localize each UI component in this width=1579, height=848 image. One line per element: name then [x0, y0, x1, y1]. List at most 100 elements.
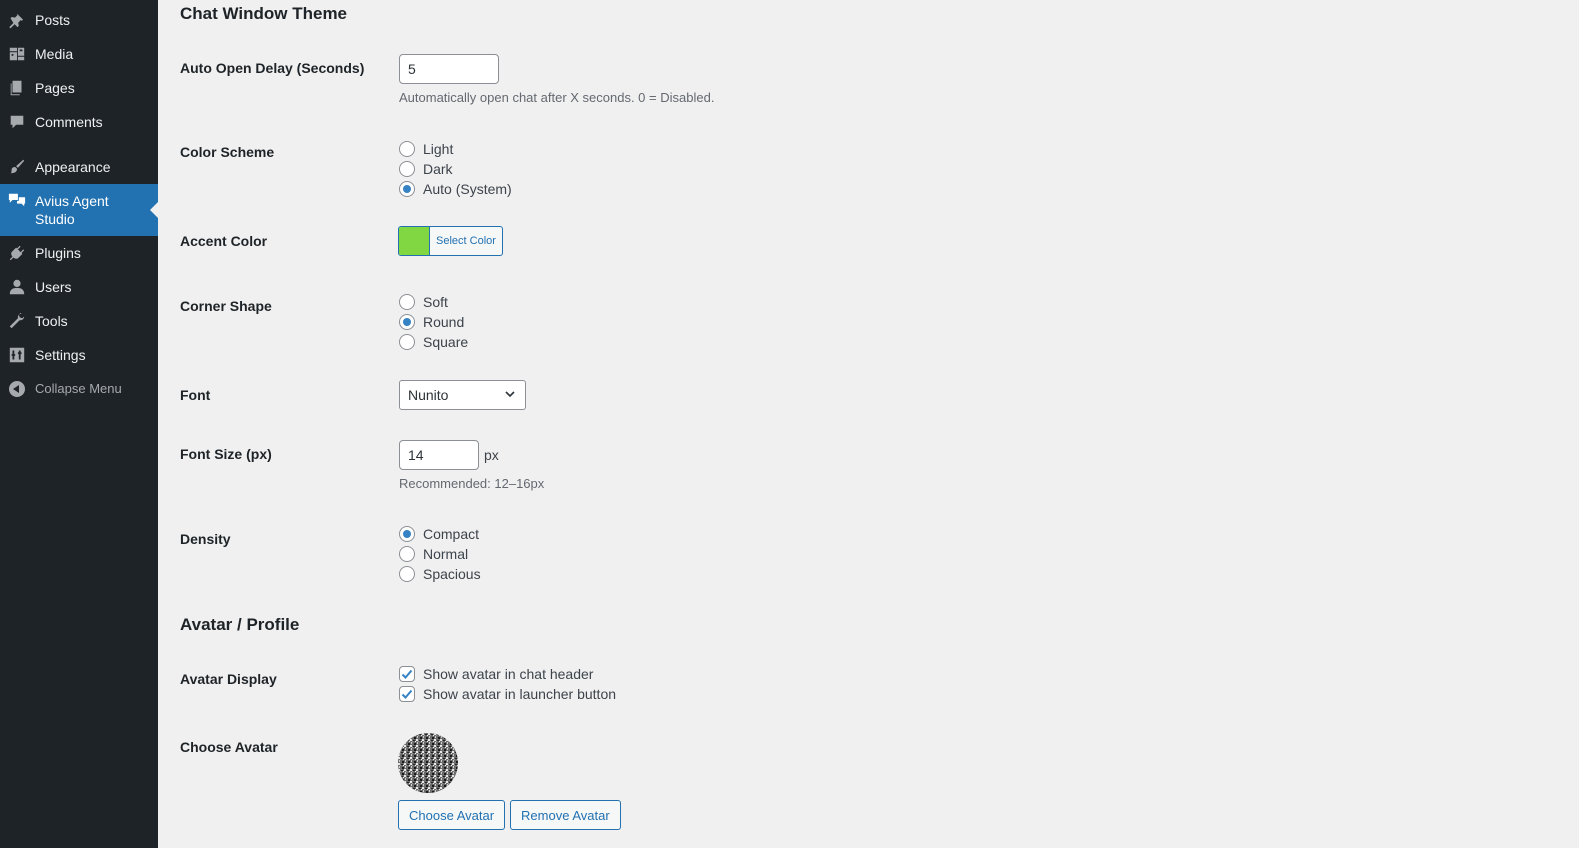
font-label: Font [180, 387, 211, 403]
density-option-compact[interactable]: Compact [399, 524, 481, 544]
sidebar-item-label: Settings [35, 347, 86, 363]
collapse-menu-label: Collapse Menu [35, 381, 122, 396]
chat-bubbles-icon [8, 191, 26, 209]
density-options: Compact Normal Spacious [399, 524, 481, 584]
font-size-description: Recommended: 12–16px [399, 476, 545, 491]
choose-avatar-button[interactable]: Choose Avatar [398, 800, 506, 830]
sidebar-item-label: Appearance [35, 159, 111, 175]
color-scheme-option-auto[interactable]: Auto (System) [399, 179, 512, 199]
sliders-icon [8, 346, 26, 364]
wrench-icon [8, 312, 26, 330]
corner-shape-option-square[interactable]: Square [399, 332, 468, 352]
radio-button[interactable] [399, 181, 415, 197]
corner-shape-label: Corner Shape [180, 298, 272, 314]
color-scheme-option-dark[interactable]: Dark [399, 159, 512, 179]
select-color-label: Select Color [436, 235, 496, 247]
sidebar-item-plugins[interactable]: Plugins [0, 243, 158, 263]
radio-button[interactable] [399, 566, 415, 582]
checkbox-label: Show avatar in launcher button [423, 686, 617, 702]
sidebar-item-label: Comments [35, 114, 103, 130]
pushpin-icon [8, 11, 26, 29]
font-size-label: Font Size (px) [180, 446, 272, 462]
radio-label: Spacious [423, 566, 481, 582]
checkbox[interactable] [399, 666, 415, 682]
corner-shape-option-round[interactable]: Round [399, 312, 468, 332]
color-scheme-label: Color Scheme [180, 144, 275, 160]
user-icon [8, 278, 26, 296]
checkmark-icon [401, 669, 413, 679]
radio-label: Square [423, 334, 469, 350]
paintbrush-icon [8, 158, 26, 176]
radio-label: Round [423, 314, 465, 330]
collapse-arrow-icon [8, 380, 26, 398]
radio-button[interactable] [399, 294, 415, 310]
media-icon [8, 45, 26, 63]
sidebar-item-tools[interactable]: Tools [0, 311, 158, 331]
sidebar-item-comments[interactable]: Comments [0, 112, 158, 132]
sidebar-item-label: Tools [35, 313, 68, 329]
sidebar-item-label: Posts [35, 12, 71, 28]
accent-color-swatch [399, 227, 430, 255]
section-title-chat-theme: Chat Window Theme [180, 4, 348, 23]
choose-avatar-label: Choose Avatar [180, 739, 278, 755]
sidebar-item-pages[interactable]: Pages [0, 78, 158, 98]
avatar-display-options: Show avatar in chat header Show avatar i… [399, 664, 616, 704]
radio-button[interactable] [399, 161, 415, 177]
plugin-icon [8, 244, 26, 262]
checkbox[interactable] [399, 686, 415, 702]
sidebar-item-label: Avius Agent Studio [35, 193, 109, 227]
chevron-down-icon [503, 387, 517, 404]
radio-label: Normal [423, 546, 469, 562]
remove-avatar-button[interactable]: Remove Avatar [510, 800, 621, 830]
radio-label: Soft [423, 294, 448, 310]
radio-label: Auto (System) [423, 181, 512, 197]
sidebar-item-media[interactable]: Media [0, 44, 158, 64]
section-title-avatar: Avatar / Profile [180, 615, 300, 634]
font-select-value: Nunito [408, 387, 449, 403]
density-option-normal[interactable]: Normal [399, 544, 481, 564]
sidebar-item-label: Media [35, 46, 74, 62]
pages-icon [8, 79, 26, 97]
radio-button[interactable] [399, 141, 415, 157]
density-label: Density [180, 531, 231, 547]
radio-label: Compact [423, 526, 480, 542]
corner-shape-options: Soft Round Square [399, 292, 468, 352]
sidebar-item-appearance[interactable]: Appearance [0, 157, 158, 177]
sidebar-item-label: Pages [35, 80, 75, 96]
sidebar-item-users[interactable]: Users [0, 277, 158, 297]
radio-button[interactable] [399, 546, 415, 562]
settings-content: Chat Window Theme Auto Open Delay (Secon… [158, 0, 1579, 848]
font-size-unit: px [484, 447, 499, 463]
radio-label: Light [423, 141, 454, 157]
sidebar-item-posts[interactable]: Posts [0, 10, 158, 30]
accent-color-label: Accent Color [180, 233, 268, 249]
radio-button[interactable] [399, 314, 415, 330]
auto-open-delay-input[interactable] [399, 54, 499, 84]
color-scheme-options: Light Dark Auto (System) [399, 139, 512, 199]
checkmark-icon [401, 689, 413, 699]
accent-color-picker-button[interactable]: Select Color [398, 226, 503, 256]
radio-button[interactable] [399, 526, 415, 542]
radio-label: Dark [423, 161, 453, 177]
sidebar-item-avius-agent-studio[interactable]: Avius Agent Studio [0, 184, 158, 236]
sidebar-item-label: Users [35, 279, 72, 295]
font-select[interactable]: Nunito [399, 380, 526, 410]
admin-sidebar: Posts Media Pages Comments Appearance Av… [0, 0, 158, 848]
sidebar-item-label: Plugins [35, 245, 81, 261]
avatar-buttons: Choose Avatar Remove Avatar [398, 800, 621, 830]
show-avatar-header-option[interactable]: Show avatar in chat header [399, 664, 616, 684]
comment-icon [8, 113, 26, 131]
show-avatar-launcher-option[interactable]: Show avatar in launcher button [399, 684, 616, 704]
checkbox-label: Show avatar in chat header [423, 666, 594, 682]
collapse-menu-button[interactable]: Collapse Menu [0, 379, 158, 399]
sidebar-item-settings[interactable]: Settings [0, 345, 158, 365]
auto-open-delay-description: Automatically open chat after X seconds.… [399, 90, 715, 105]
avatar-preview-image [398, 733, 458, 793]
auto-open-delay-label: Auto Open Delay (Seconds) [180, 60, 365, 76]
color-scheme-option-light[interactable]: Light [399, 139, 512, 159]
corner-shape-option-soft[interactable]: Soft [399, 292, 468, 312]
density-option-spacious[interactable]: Spacious [399, 564, 481, 584]
avatar-display-label: Avatar Display [180, 671, 277, 687]
font-size-input[interactable] [399, 440, 479, 470]
radio-button[interactable] [399, 334, 415, 350]
